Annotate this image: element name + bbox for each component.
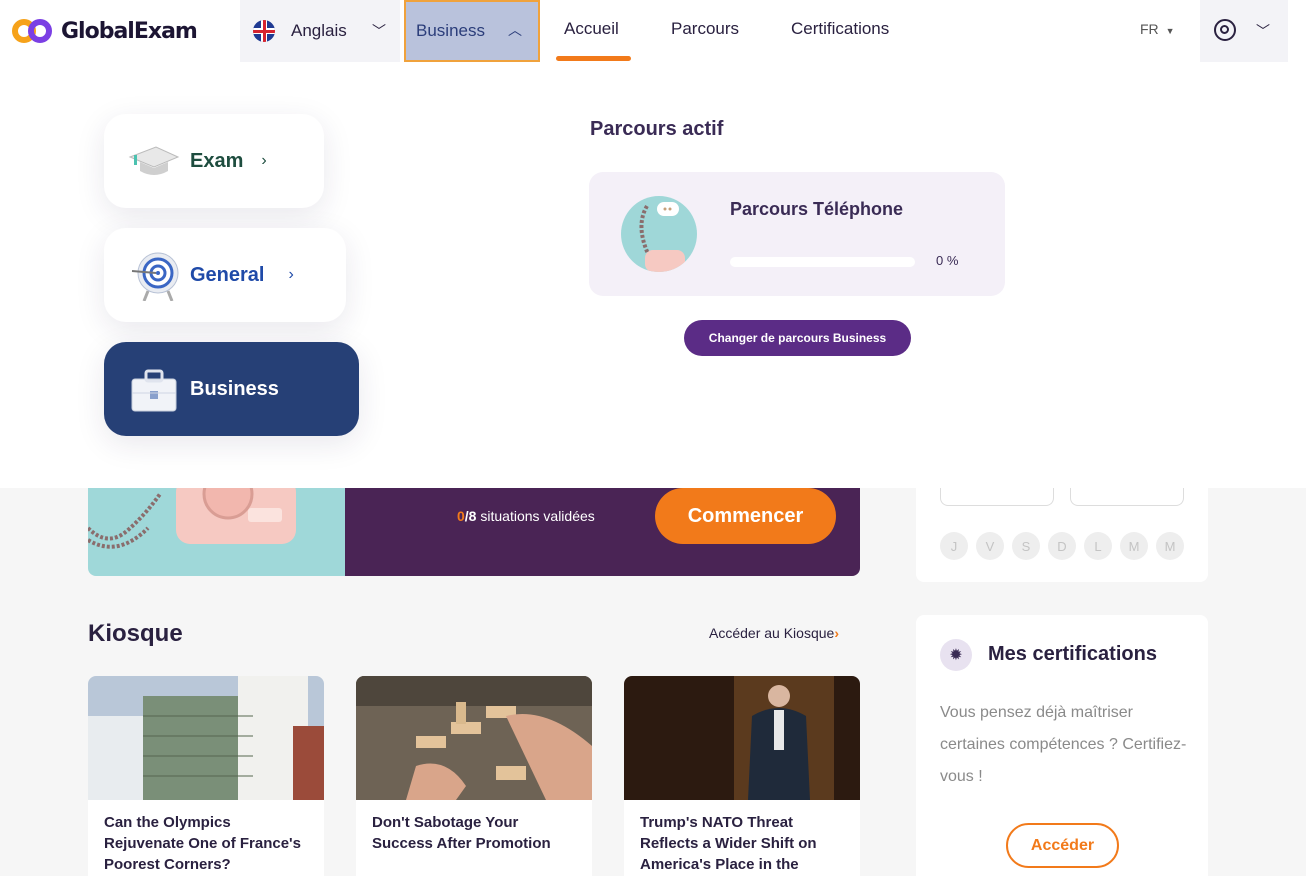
language-selector[interactable]: Anglais ﹀: [240, 0, 400, 62]
start-button[interactable]: Commencer: [655, 488, 836, 544]
article-image: [356, 676, 592, 800]
menu-card-business[interactable]: Business: [104, 342, 359, 436]
chevron-right-icon: ›: [261, 152, 267, 169]
article-card[interactable]: Trump's NATO Threat Reflects a Wider Shi…: [624, 676, 860, 876]
logo-icon: [12, 16, 54, 46]
certifications-title: Mes certifications: [988, 643, 1157, 665]
progress-percent: 0 %: [936, 253, 959, 268]
locale-label: FR: [1140, 21, 1159, 37]
day-toggle[interactable]: S: [1012, 532, 1040, 560]
article-title: Don't Sabotage Your Success After Promot…: [372, 814, 551, 852]
section-selector[interactable]: Business ︿: [404, 0, 540, 62]
badge-icon: ✹: [940, 639, 972, 671]
schedule-widget: J V S D L M M: [916, 488, 1208, 582]
article-title: Can the Olympics Rejuvenate One of Franc…: [104, 814, 301, 873]
nav-link-accueil[interactable]: Accueil: [564, 19, 619, 39]
graduation-cap-icon: [128, 135, 180, 187]
target-icon: [128, 249, 180, 302]
menu-card-exam[interactable]: Exam ›: [104, 114, 324, 208]
active-parcours-banner: 0/8 situations validées Commencer: [88, 488, 860, 576]
schedule-field[interactable]: [1070, 488, 1184, 506]
situations-done: 0: [457, 508, 465, 524]
day-toggle[interactable]: D: [1048, 532, 1076, 560]
kiosque-title: Kiosque: [88, 620, 183, 647]
schedule-field[interactable]: [940, 488, 1054, 506]
active-nav-indicator: [556, 56, 631, 61]
article-card[interactable]: Can the Olympics Rejuvenate One of Franc…: [88, 676, 324, 876]
briefcase-icon: [128, 363, 180, 415]
day-toggle[interactable]: V: [976, 532, 1004, 560]
banner-panel: 0/8 situations validées Commencer: [345, 488, 860, 576]
kiosque-link[interactable]: Accéder au Kiosque›: [709, 625, 839, 641]
section-label: Business: [416, 21, 485, 40]
language-label: Anglais: [291, 21, 347, 40]
chevron-down-icon: ﹀: [1256, 23, 1270, 39]
settings-menu[interactable]: ﹀: [1200, 0, 1288, 62]
certifications-card: ✹ Mes certifications Vous pensez déjà ma…: [916, 615, 1208, 876]
chevron-right-icon: ›: [834, 625, 839, 641]
globalexam-logo[interactable]: GlobalExam: [12, 14, 198, 48]
situations-count: 0/8 situations validées: [457, 508, 595, 524]
menu-card-general[interactable]: General ›: [104, 228, 346, 322]
article-image: [624, 676, 860, 800]
progress-bar: [730, 257, 915, 267]
situations-label: situations validées: [480, 508, 595, 524]
parcours-image: [621, 196, 697, 272]
situations-total: /8: [464, 508, 477, 524]
day-toggle[interactable]: M: [1120, 532, 1148, 560]
chevron-right-icon: ›: [288, 266, 294, 283]
certifications-text: Vous pensez déjà maîtriser certaines com…: [940, 704, 1187, 785]
day-toggle[interactable]: M: [1156, 532, 1184, 560]
gear-icon: [1214, 19, 1236, 41]
uk-flag-icon: [253, 20, 275, 42]
logo-text: GlobalExam: [61, 18, 198, 44]
chevron-up-icon: ︿: [508, 22, 522, 38]
locale-selector[interactable]: FR ▼: [1140, 21, 1174, 37]
telephone-illustration: [88, 488, 296, 549]
active-parcours-card[interactable]: Parcours Téléphone 0 %: [589, 172, 1005, 296]
nav-link-certifications[interactable]: Certifications: [791, 19, 889, 39]
parcours-name: Parcours Téléphone: [730, 199, 904, 219]
article-title: Trump's NATO Threat Reflects a Wider Shi…: [640, 814, 817, 873]
active-parcours-title: Parcours actif: [590, 118, 724, 140]
access-certifications-button[interactable]: Accéder: [1006, 823, 1119, 868]
article-card[interactable]: Don't Sabotage Your Success After Promot…: [356, 676, 592, 876]
caret-down-icon: ▼: [1165, 26, 1175, 36]
telephone-image: [88, 488, 345, 576]
top-navigation: GlobalExam Anglais ﹀ Business ︿ Accueil …: [0, 0, 1306, 62]
nav-link-parcours[interactable]: Parcours: [671, 19, 739, 39]
menu-card-label: General: [190, 263, 265, 286]
kiosque-link-label: Accéder au Kiosque: [709, 625, 835, 641]
day-toggle[interactable]: J: [940, 532, 968, 560]
chevron-down-icon: ﹀: [372, 23, 386, 39]
menu-card-label: Business: [190, 377, 279, 400]
day-toggle[interactable]: L: [1084, 532, 1112, 560]
change-parcours-button[interactable]: Changer de parcours Business: [684, 320, 911, 356]
menu-card-label: Exam: [190, 149, 244, 172]
article-image: [88, 676, 324, 800]
